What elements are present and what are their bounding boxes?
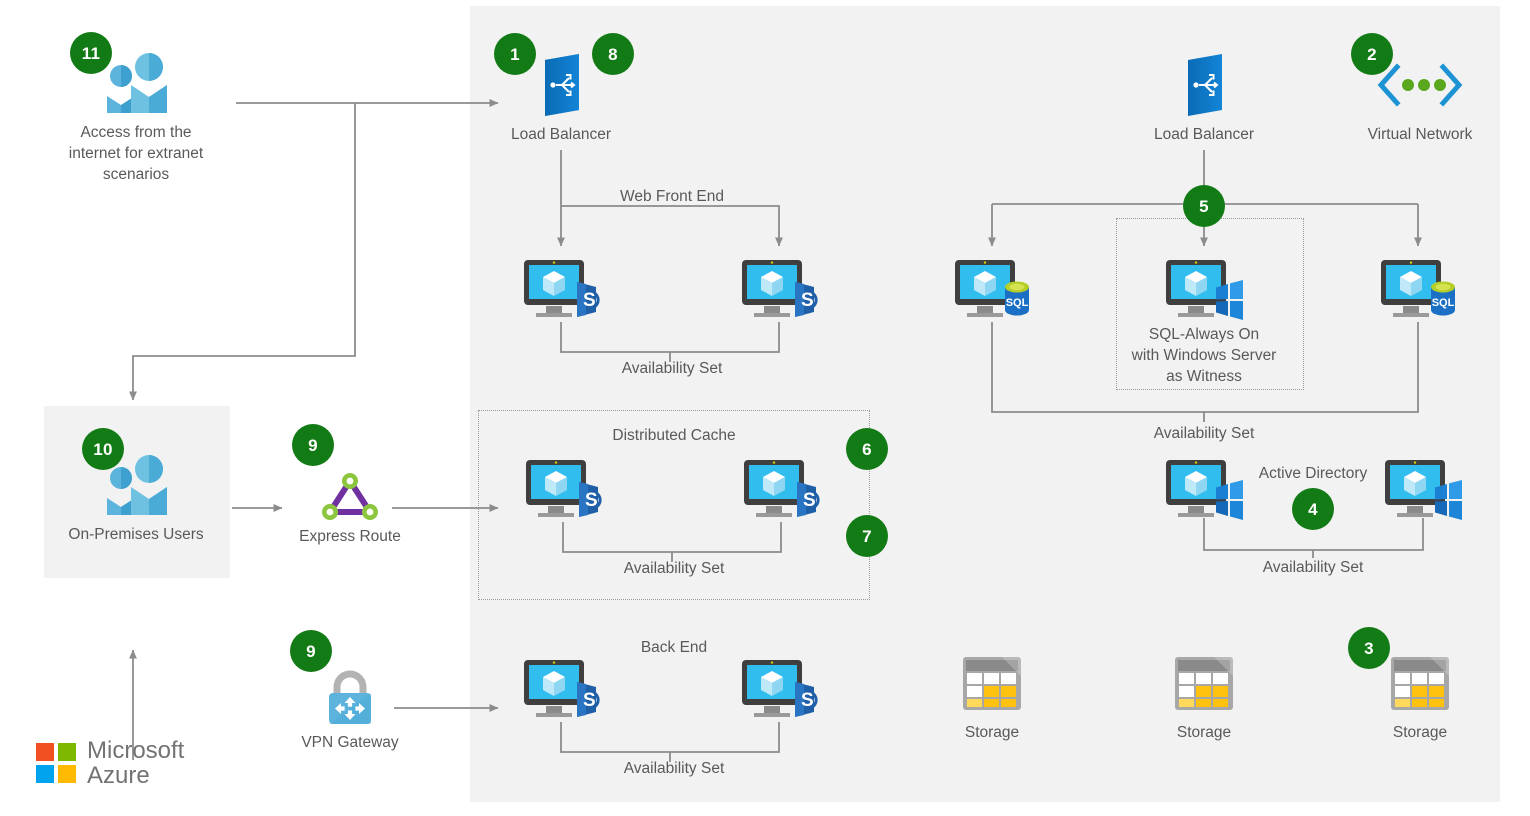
vm-sharepoint-icon: S bbox=[522, 258, 600, 320]
svg-text:S: S bbox=[801, 290, 814, 311]
distributed-cache-label: Distributed Cache bbox=[612, 427, 736, 444]
back-end-label: Back End bbox=[640, 639, 708, 656]
badge-1[interactable]: 1 bbox=[494, 33, 536, 75]
badge-10[interactable]: 10 bbox=[82, 428, 124, 470]
vm-sql-icon: SQL bbox=[953, 258, 1031, 320]
web-front-end-label: Web Front End bbox=[620, 188, 724, 205]
badge-8[interactable]: 8 bbox=[592, 33, 634, 75]
microsoft-azure-logo: Microsoft Azure bbox=[36, 738, 184, 788]
sql-always-on-witness-label: SQL-Always On with Windows Server as Witne… bbox=[1131, 326, 1277, 385]
badge-6[interactable]: 6 bbox=[846, 428, 888, 470]
active-directory-availability-set-label: Availability Set bbox=[1262, 559, 1364, 576]
vm-sharepoint-icon: S bbox=[524, 458, 602, 520]
badge-9-express[interactable]: 9 bbox=[292, 424, 334, 466]
vm-sharepoint-icon: S bbox=[742, 458, 820, 520]
load-balancer-right-label: Load Balancer bbox=[1154, 126, 1254, 143]
web-front-end-availability-set-label: Availability Set bbox=[621, 360, 723, 377]
svg-text:S: S bbox=[801, 690, 814, 711]
vm-windows-icon bbox=[1164, 258, 1244, 320]
vm-sql-icon: SQL bbox=[1379, 258, 1457, 320]
storage-table-icon bbox=[1174, 656, 1234, 711]
svg-text:SQL: SQL bbox=[1006, 297, 1029, 309]
storage-1-label: Storage bbox=[964, 724, 1020, 741]
storage-3-label: Storage bbox=[1392, 724, 1448, 741]
svg-text:S: S bbox=[583, 290, 596, 311]
active-directory-label: Active Directory bbox=[1258, 465, 1368, 482]
diagram-canvas: Access from the internet for extranet scen… bbox=[0, 0, 1530, 816]
vm-sharepoint-icon: S bbox=[740, 658, 818, 720]
vm-windows-icon bbox=[1164, 458, 1244, 520]
storage-table-icon bbox=[1390, 656, 1450, 711]
vm-windows-icon bbox=[1383, 458, 1463, 520]
load-balancer-icon bbox=[537, 54, 585, 116]
on-premises-users-label: On-Premises Users bbox=[68, 526, 204, 543]
sql-availability-set-label: Availability Set bbox=[1153, 425, 1255, 442]
express-route-icon bbox=[316, 468, 384, 520]
vm-sharepoint-icon: S bbox=[522, 658, 600, 720]
microsoft-logo-icon bbox=[36, 743, 76, 783]
badge-9-vpn[interactable]: 9 bbox=[290, 630, 332, 672]
svg-text:S: S bbox=[585, 490, 598, 511]
badge-7[interactable]: 7 bbox=[846, 515, 888, 557]
storage-2-label: Storage bbox=[1176, 724, 1232, 741]
storage-table-icon bbox=[962, 656, 1022, 711]
badge-5[interactable]: 5 bbox=[1183, 185, 1225, 227]
brand-wordmark: Microsoft Azure bbox=[87, 738, 184, 788]
vpn-gateway-lock-icon bbox=[319, 668, 381, 726]
badge-4[interactable]: 4 bbox=[1292, 488, 1334, 530]
distributed-cache-availability-set-label: Availability Set bbox=[623, 560, 725, 577]
express-route-label: Express Route bbox=[299, 528, 401, 545]
svg-text:S: S bbox=[583, 690, 596, 711]
load-balancer-left-label: Load Balancer bbox=[511, 126, 611, 143]
vpn-gateway-label: VPN Gateway bbox=[301, 734, 399, 751]
badge-11[interactable]: 11 bbox=[70, 32, 112, 74]
svg-text:SQL: SQL bbox=[1432, 297, 1455, 309]
brand-microsoft: Microsoft bbox=[87, 737, 185, 764]
virtual-network-label: Virtual Network bbox=[1367, 126, 1473, 143]
badge-2[interactable]: 2 bbox=[1351, 33, 1393, 75]
virtual-network-icon bbox=[1374, 62, 1466, 108]
vm-sharepoint-icon: S bbox=[740, 258, 818, 320]
back-end-availability-set-label: Availability Set bbox=[623, 760, 725, 777]
badge-3[interactable]: 3 bbox=[1348, 627, 1390, 669]
load-balancer-icon bbox=[1180, 54, 1228, 116]
svg-text:S: S bbox=[803, 490, 816, 511]
internet-access-label: Access from the internet for extranet scen… bbox=[68, 124, 204, 183]
brand-azure: Azure bbox=[87, 762, 150, 789]
